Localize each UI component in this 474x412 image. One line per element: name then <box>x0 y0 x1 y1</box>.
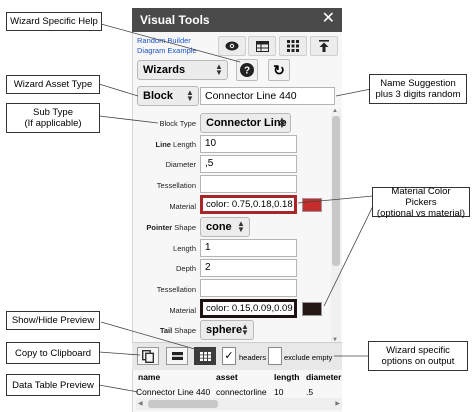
leader-name-suggestion <box>335 88 372 97</box>
leader-wizard-help <box>100 23 241 63</box>
callout-wizard-help: Wizard Specific Help <box>6 12 102 31</box>
leader-material-1 <box>297 195 374 204</box>
callout-wizard-options: Wizard specific options on output <box>368 341 468 371</box>
leader-show-hide <box>100 321 206 353</box>
callout-table-preview: Data Table Preview <box>6 374 100 396</box>
callout-sub-type: Sub Type (If applicable) <box>6 103 100 133</box>
leader-material-2 <box>323 205 374 307</box>
leader-sub-type <box>98 115 159 124</box>
callout-material-pickers: Material Color Pickers (optional vs mate… <box>372 186 470 219</box>
callout-copy-clipboard: Copy to Clipboard <box>6 342 100 364</box>
callout-show-hide: Show/Hide Preview <box>6 311 100 330</box>
callout-name-suggestion: Name Suggestion plus 3 digits random <box>369 74 467 104</box>
leader-copy <box>98 351 141 356</box>
leader-table-preview <box>98 384 139 393</box>
callout-asset-type: Wizard Asset Type <box>6 75 100 94</box>
leader-asset-type <box>98 83 139 97</box>
